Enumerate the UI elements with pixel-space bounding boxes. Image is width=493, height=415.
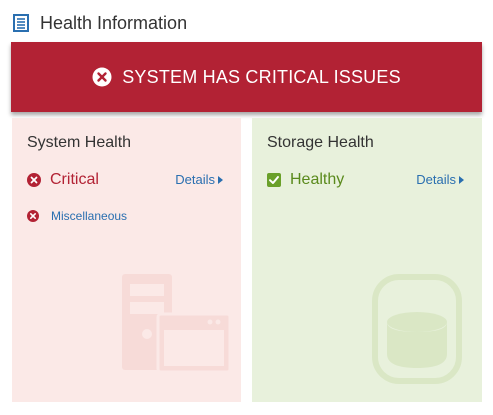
storage-health-card: Storage Health Healthy Details [252,118,482,402]
banner-message: SYSTEM HAS CRITICAL ISSUES [122,66,401,87]
details-label: Details [175,172,215,187]
checkbox-check-icon [267,173,281,187]
issue-item: Miscellaneous [27,209,127,223]
card-title: Storage Health [267,134,374,151]
critical-status-banner: SYSTEM HAS CRITICAL ISSUES [11,42,482,112]
miscellaneous-link[interactable]: Miscellaneous [51,209,127,223]
system-details-link[interactable]: Details [175,172,223,187]
server-window-icon [122,274,232,379]
storage-drum-icon [372,274,462,389]
system-status: Critical [27,171,99,189]
health-information-panel: Health Information SYSTEM HAS CRITICAL I… [0,0,493,415]
status-label: Critical [50,171,99,188]
card-title: System Health [27,134,132,151]
details-label: Details [416,172,456,187]
caret-right-icon [459,175,464,184]
panel-header: Health Information [13,10,187,36]
document-list-icon [13,14,29,32]
storage-details-link[interactable]: Details [416,172,464,187]
status-label: Healthy [290,171,345,188]
caret-right-icon [218,175,223,184]
storage-status: Healthy [267,171,344,189]
page-title: Health Information [40,12,188,33]
error-circle-icon [27,210,39,222]
system-health-card: System Health Critical Details Miscellan… [12,118,241,402]
error-circle-icon [27,173,41,187]
error-circle-icon [92,67,112,87]
